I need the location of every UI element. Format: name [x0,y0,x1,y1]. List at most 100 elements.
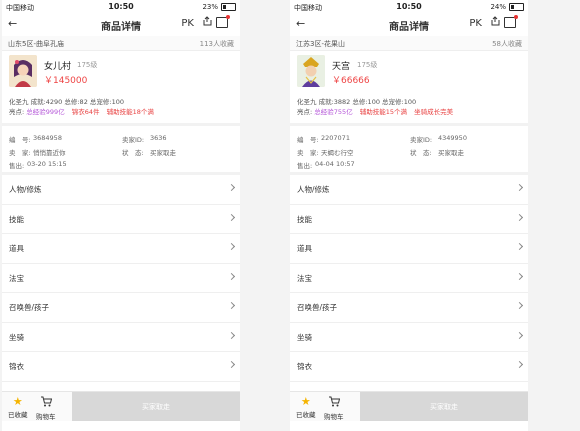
state-label: 状 态: [410,149,432,157]
menu-item-label: 人物/修炼 [9,185,42,194]
tag: 辅助技能15个满 [359,108,408,116]
tag: 坐骑成长完美 [414,108,454,116]
menu-item-magic[interactable]: 法宝 [290,264,528,293]
state-label: 状 态: [122,149,144,157]
character-school: 天宫 [332,62,351,72]
favorite-label: 已收藏 [296,411,316,419]
cart-label: 购物车 [324,413,344,421]
trade-info: 编 号: 2207071 卖家ID: 4349950 卖 家: 天蝎む行空 状 … [290,126,528,172]
menu-item-character[interactable]: 人物/修炼 [2,175,240,205]
menu-item-label: 坐骑 [9,332,24,342]
menu-item-label: 法宝 [9,273,24,283]
character-school: 女儿村 [44,62,72,72]
fav-count: 58人收藏 [492,40,522,48]
seller-value: 天蝎む行空 [321,149,354,157]
menu-item-skills[interactable]: 技能 [290,205,528,234]
battery-percent: 24% [490,3,506,11]
menu-item-magic[interactable]: 法宝 [2,264,240,293]
pk-button[interactable]: PK [181,18,194,29]
id-value: 2207071 [321,134,350,142]
cart-button[interactable]: 购物车 [324,396,344,421]
message-icon[interactable] [504,15,518,28]
menu-item-label: 坐骑 [297,332,312,342]
star-icon: ★ [12,395,23,408]
chevron-right-icon [227,301,236,310]
character-summary[interactable]: 女儿村 175级 ￥145000 [2,51,240,95]
menu-item-label: 法宝 [297,273,312,283]
cart-icon [324,396,344,409]
pk-button[interactable]: PK [469,18,482,29]
menu-item-pets[interactable]: 召唤兽/孩子 [290,293,528,323]
seller-label: 卖 家: [9,149,31,157]
share-icon[interactable] [490,16,500,29]
id-value: 3684958 [33,134,62,142]
chevron-right-icon [227,272,236,280]
status-bar: 中国移动 10:50 24% [290,0,528,14]
tag: 总经验999亿 [26,108,65,116]
trade-info: 编 号: 3684958 卖家ID: 3636 卖 家: 悄悄靠近你 状 态: … [2,126,240,172]
menu-item-skills[interactable]: 技能 [2,205,240,234]
nav-bar: ← 商品详情 PK [290,14,528,34]
chevron-right-icon [515,213,524,221]
character-attrs: 化圣九 成就:4290 总修:82 总宠修:100 [9,98,124,106]
seller-id-value: 3636 [150,134,167,142]
server-row: 江苏3区-花果山 58人收藏 [290,36,528,51]
seller-value: 悄悄靠近你 [33,149,66,157]
tags-label: 亮点: [9,108,25,116]
star-icon: ★ [300,395,311,408]
menu-item-label: 召唤兽/孩子 [9,303,50,312]
menu-item-outfits[interactable]: 锦衣 [290,352,528,382]
chevron-right-icon [227,213,236,221]
unread-dot [514,15,518,19]
menu-item-mounts[interactable]: 坐骑 [290,323,528,352]
bottom-bar: ★ 已收藏 购物车 买家取走 [290,391,528,421]
battery-icon [509,3,524,11]
menu-item-label: 人物/修炼 [297,185,330,194]
state-value: 买家取走 [438,149,464,157]
nav-bar: ← 商品详情 PK [2,14,240,34]
menu-item-character[interactable]: 人物/修炼 [290,175,528,205]
buy-button[interactable]: 买家取走 [360,392,528,421]
menu-item-items[interactable]: 道具 [290,234,528,264]
status-bar: 中国移动 10:50 23% [2,0,240,14]
menu-item-outfits[interactable]: 锦衣 [2,352,240,382]
seller-label: 卖 家: [297,149,319,157]
detail-menu: 人物/修炼 技能 道具 法宝 召唤兽/孩子 坐骑 锦衣 [2,175,240,382]
character-level: 175级 [77,61,98,69]
cart-button[interactable]: 购物车 [36,396,56,421]
menu-item-pets[interactable]: 召唤兽/孩子 [2,293,240,323]
message-icon[interactable] [216,15,230,28]
share-icon[interactable] [202,16,212,29]
seller-id-label: 卖家ID: [122,136,145,144]
cart-icon [36,396,56,409]
character-attrs: 化圣九 成就:3882 总修:100 总宠修:100 [297,98,417,106]
chevron-right-icon [515,272,524,280]
seller-id-label: 卖家ID: [410,136,433,144]
chevron-right-icon [227,242,236,251]
id-label: 编 号: [9,136,31,144]
tag: 总经验755亿 [314,108,353,116]
favorite-label: 已收藏 [8,411,28,419]
character-summary[interactable]: 天宫 175级 ￥66666 [290,51,528,95]
highlight-tags: 亮点: 总经验755亿 辅助技能15个满 坐骑成长完美 [290,107,528,117]
detail-menu: 人物/修炼 技能 道具 法宝 召唤兽/孩子 坐骑 锦衣 [290,175,528,382]
favorite-button[interactable]: ★ 已收藏 [296,396,316,419]
tags-label: 亮点: [297,108,313,116]
phone-screen-right: 中国移动 10:50 24% ← 商品详情 PK 江苏3区-花果山 58人收藏 [290,0,528,431]
unread-dot [226,15,230,19]
chevron-right-icon [227,183,236,192]
favorite-button[interactable]: ★ 已收藏 [8,396,28,419]
battery-icon [221,3,236,11]
menu-item-items[interactable]: 道具 [2,234,240,264]
character-price: ￥145000 [44,76,88,86]
tag: 辅助技能18个满 [106,108,154,116]
buy-button[interactable]: 买家取走 [72,392,240,421]
sold-value: 04-04 10:57 [315,160,355,168]
chevron-right-icon [227,360,236,369]
menu-item-mounts[interactable]: 坐骑 [2,323,240,352]
id-label: 编 号: [297,136,319,144]
chevron-right-icon [515,242,524,251]
chevron-right-icon [515,331,524,339]
phone-screen-left: 中国移动 10:50 23% ← 商品详情 PK 山东5区-曲阜孔庙 113人收… [2,0,240,431]
chevron-right-icon [515,183,524,192]
